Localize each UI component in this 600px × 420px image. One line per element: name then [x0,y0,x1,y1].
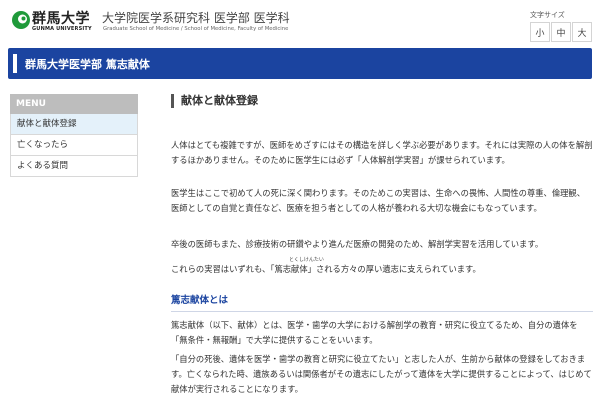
font-size-label: 文字サイズ [530,11,565,19]
sidebar-menu: MENU 献体と献体登録 亡くなったら よくある質問 [10,94,138,177]
section-paragraph-1: 篤志献体（以下、献体）とは、医学・歯学の大学における解剖学の教育・研究に役立てる… [171,320,578,345]
university-logo[interactable]: 群馬大学 GUNMA UNIVERSITY [11,8,95,34]
font-size-large-button[interactable]: 大 [572,22,592,42]
gunma-logo-icon [12,11,30,29]
section-heading: 献体と献体登録 [171,94,593,108]
paragraph-1: 人体はとても複雑ですが、医師をめざすにはその構造を詳しく学ぶ必要があります。それ… [171,140,593,165]
subsection-heading: 篤志献体とは [171,292,593,312]
site-header: 群馬大学 GUNMA UNIVERSITY 大学院医学系研究科 医学部 医学科 … [0,0,600,44]
main-content: 献体と献体登録 人体はとても複雑ですが、医師をめざすにはその構造を詳しく学ぶ必要… [171,94,593,394]
logo-text-jp: 群馬大学 [32,11,90,27]
paragraph-3: 卒後の医師もまた、診療技術の研鑽やより進んだ医療の開発のため、解剖学実習を活用し… [171,239,544,249]
sidebar-item-faq[interactable]: よくある質問 [10,156,138,177]
font-size-medium-button[interactable]: 中 [551,22,571,42]
logo-text-en: GUNMA UNIVERSITY [32,26,92,32]
section-paragraph-2: 「自分の死後、遺体を医学・歯学の教育と研究に役立てたい」と志した人が、生前から献… [171,354,592,394]
site-subtitle: Graduate School of Medicine / School of … [103,26,289,32]
page-title: 群馬大学医学部 篤志献体 [25,58,150,71]
paragraph-4: これらの実習はいずれも、「篤志献体」される方々の厚い遺志に支えられています。 [171,264,481,274]
sidebar-item-donation-registration[interactable]: 献体と献体登録 [10,114,138,135]
menu-heading: MENU [10,94,138,114]
paragraph-2: 医学生はここで初めて人の死に深く関わります。そのためこの実習は、生命への畏怖、人… [171,188,586,213]
site-title: 大学院医学系研究科 医学部 医学科 [102,11,290,25]
font-size-small-button[interactable]: 小 [530,22,550,42]
page-title-bar: 群馬大学医学部 篤志献体 [8,48,592,79]
sidebar-item-when-deceased[interactable]: 亡くなったら [10,135,138,156]
font-size-control: 文字サイズ 小 中 大 [530,10,592,42]
